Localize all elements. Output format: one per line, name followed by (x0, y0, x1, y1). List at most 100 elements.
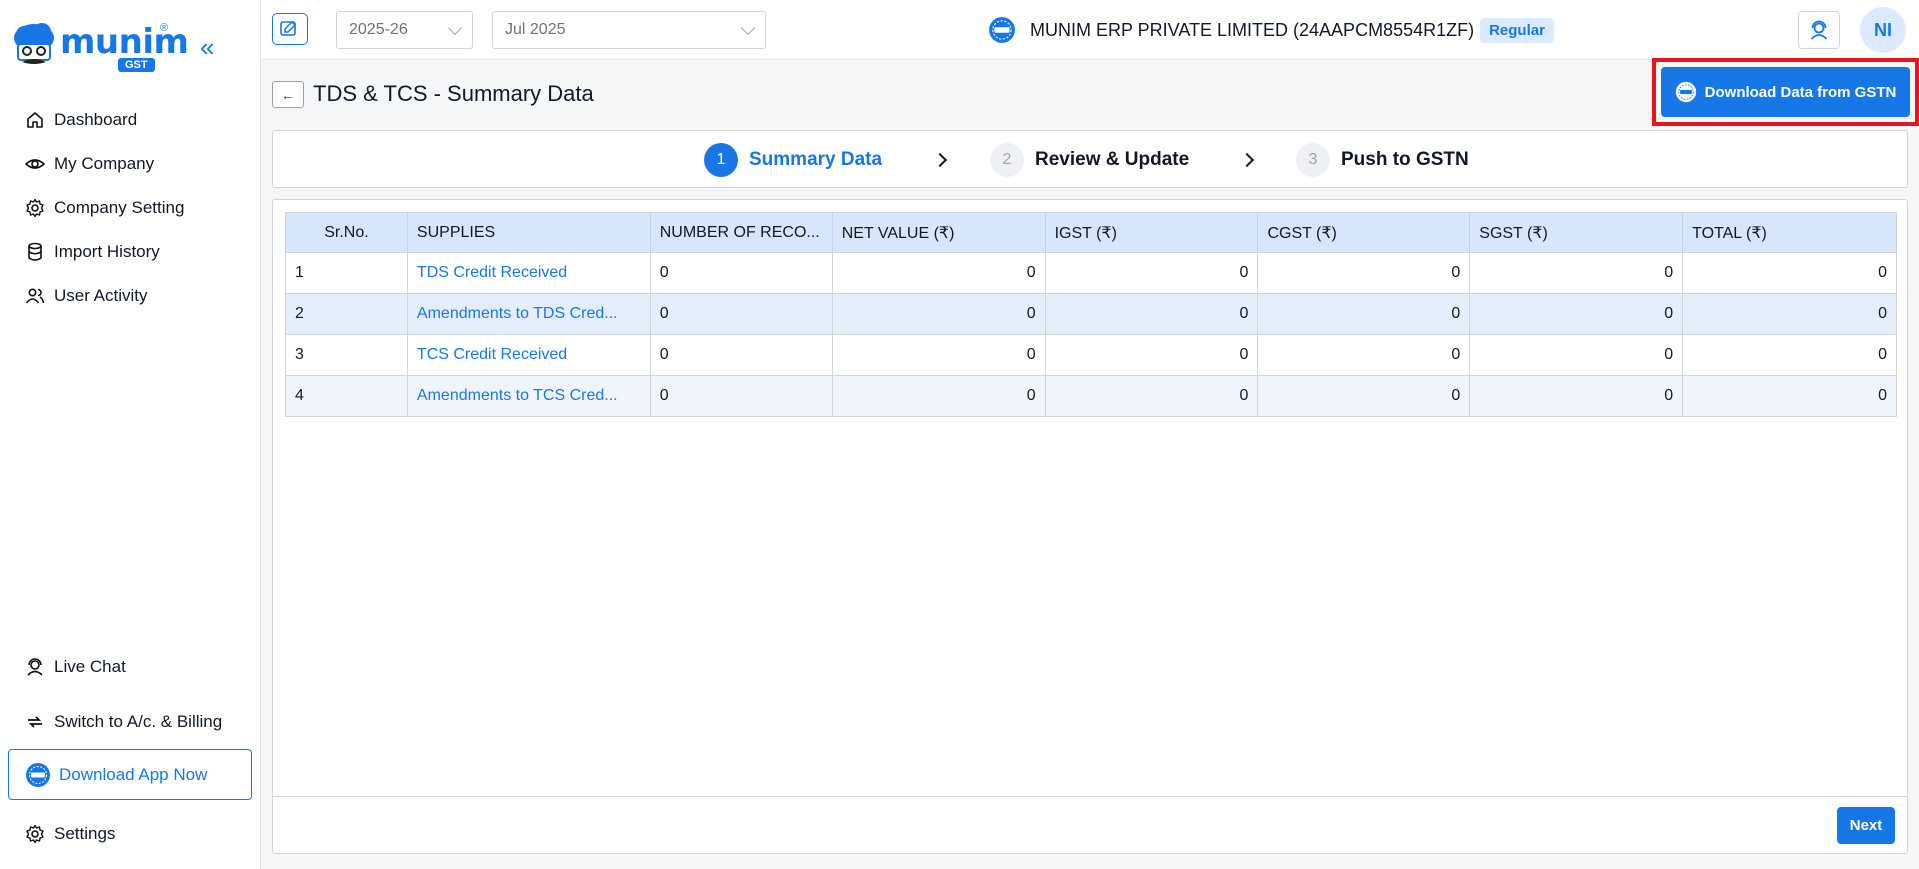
sidebar-item-my-company[interactable]: My Company (0, 142, 260, 186)
next-button[interactable]: Next (1837, 807, 1895, 844)
gst-badge-icon (26, 762, 50, 787)
panel-footer: Next (273, 796, 1907, 854)
table-cell: 0 (1257, 293, 1471, 335)
column-header[interactable]: SGST (₹) (1469, 212, 1684, 253)
table-cell: 0 (1682, 293, 1897, 335)
avatar[interactable]: NI (1860, 7, 1906, 53)
table-cell: 0 (1469, 334, 1684, 376)
table-cell: 2 (285, 293, 408, 335)
cloud-mascot-icon (14, 23, 54, 64)
sidebar-item-company-setting[interactable]: Company Setting (0, 186, 260, 230)
column-header[interactable]: CGST (₹) (1257, 212, 1471, 253)
switch-billing-label: Switch to A/c. & Billing (54, 712, 223, 731)
financial-year-select[interactable]: 2025-26 (336, 11, 473, 49)
download-app-label: Download App Now (59, 764, 208, 784)
table-row: 2 Amendments to TDS Cred... 0 0 0 0 0 0 (285, 293, 1897, 335)
download-app-button[interactable]: Download App Now (8, 749, 252, 800)
users-icon (25, 286, 45, 306)
column-header[interactable]: Sr.No. (285, 212, 408, 253)
gst-badge-icon (989, 17, 1015, 43)
summary-table: Sr.No. SUPPLIES NUMBER OF RECO... NET VA… (285, 212, 1897, 417)
settings-link[interactable]: Settings (0, 824, 115, 844)
table-cell: 0 (832, 334, 1046, 376)
chevron-right-icon (1239, 152, 1255, 168)
table-cell: 0 (1682, 252, 1897, 294)
column-header[interactable]: NUMBER OF RECO... (650, 212, 833, 253)
table-cell: 0 (1469, 375, 1684, 417)
supply-link[interactable]: Amendments to TDS Cred... (407, 293, 651, 335)
step-summary-data[interactable]: 1 Summary Data (704, 143, 882, 177)
sidebar-nav: Dashboard My Company Company Setting Imp… (0, 98, 260, 318)
gear-icon (25, 824, 45, 844)
sidebar-item-label: Dashboard (54, 110, 138, 129)
brand-name: munim (60, 22, 189, 62)
edit-note-icon (280, 20, 297, 36)
supply-link[interactable]: Amendments to TCS Cred... (407, 375, 651, 417)
month-select[interactable]: Jul 2025 (492, 11, 766, 49)
company-info: MUNIM ERP PRIVATE LIMITED (24AAPCM8554R1… (988, 16, 1554, 44)
table-cell: 0 (650, 252, 833, 294)
step-number: 2 (990, 143, 1024, 177)
sidebar-item-import-history[interactable]: Import History (0, 230, 260, 274)
support-button[interactable] (1798, 11, 1840, 49)
financial-year-value: 2025-26 (349, 21, 408, 38)
table-cell: 1 (285, 252, 408, 294)
table-row: 1 TDS Credit Received 0 0 0 0 0 0 (285, 252, 1897, 294)
eye-icon (25, 154, 45, 174)
chevron-down-icon (447, 20, 463, 35)
sidebar-item-dashboard[interactable]: Dashboard (0, 98, 260, 142)
table-cell: 0 (1257, 375, 1471, 417)
table-cell: 0 (650, 293, 833, 335)
table-cell: 0 (1469, 293, 1684, 335)
home-icon (25, 110, 45, 130)
table-cell: 0 (650, 334, 833, 376)
support-agent-icon (1810, 20, 1828, 40)
gst-badge-icon (1675, 81, 1696, 103)
table-cell: 0 (1045, 293, 1259, 335)
step-push-gstn[interactable]: 3 Push to GSTN (1296, 143, 1469, 177)
back-button[interactable]: ← (272, 81, 304, 108)
sidebar-item-label: My Company (54, 154, 155, 173)
live-chat-link[interactable]: Live Chat (0, 657, 126, 677)
step-label: Push to GSTN (1341, 149, 1469, 170)
download-gstn-label: Download Data from GSTN (1704, 83, 1897, 101)
table-header-row: Sr.No. SUPPLIES NUMBER OF RECO... NET VA… (285, 212, 1897, 253)
download-gstn-button[interactable]: Download Data from GSTN (1661, 67, 1910, 117)
table-cell: 3 (285, 334, 408, 376)
brand-registered: ® (160, 22, 169, 34)
table-cell: 0 (832, 375, 1046, 417)
collapse-sidebar-icon[interactable]: « (200, 34, 224, 60)
database-icon (25, 242, 45, 262)
sidebar-item-label: Import History (54, 242, 160, 261)
step-review-update[interactable]: 2 Review & Update (990, 143, 1189, 177)
column-header[interactable]: IGST (₹) (1045, 212, 1259, 253)
chevron-down-icon (740, 20, 756, 35)
column-header[interactable]: SUPPLIES (407, 212, 651, 253)
sidebar-item-label: Company Setting (54, 198, 185, 217)
sidebar-item-label: User Activity (54, 286, 148, 305)
step-number: 3 (1296, 143, 1330, 177)
table-cell: 0 (1257, 334, 1471, 376)
brand-tag: GST (118, 58, 155, 72)
edit-note-button[interactable] (272, 13, 308, 45)
table-cell: 0 (1469, 252, 1684, 294)
support-agent-icon (25, 657, 45, 677)
switch-arrows-icon (25, 712, 45, 732)
table-row: 4 Amendments to TCS Cred... 0 0 0 0 0 0 (285, 375, 1897, 417)
top-bar: 2025-26 Jul 2025 MUNIM ERP PRIVATE LIMIT… (261, 0, 1919, 60)
table-cell: 0 (1257, 252, 1471, 294)
sidebar-item-user-activity[interactable]: User Activity (0, 274, 260, 318)
sidebar: munim ® GST « Dashboard My Company Compa… (0, 0, 261, 869)
table-cell: 0 (1682, 375, 1897, 417)
supply-link[interactable]: TCS Credit Received (407, 334, 651, 376)
month-value: Jul 2025 (505, 21, 566, 38)
column-header[interactable]: NET VALUE (₹) (832, 212, 1046, 253)
table-cell: 0 (1045, 252, 1259, 294)
step-label: Summary Data (749, 149, 883, 170)
munim-logo[interactable]: munim ® GST (12, 20, 189, 76)
column-header[interactable]: TOTAL (₹) (1682, 212, 1897, 253)
table-cell: 0 (832, 252, 1046, 294)
chevron-right-icon (932, 152, 948, 168)
supply-link[interactable]: TDS Credit Received (407, 252, 651, 294)
switch-billing-link[interactable]: Switch to A/c. & Billing (0, 712, 222, 732)
